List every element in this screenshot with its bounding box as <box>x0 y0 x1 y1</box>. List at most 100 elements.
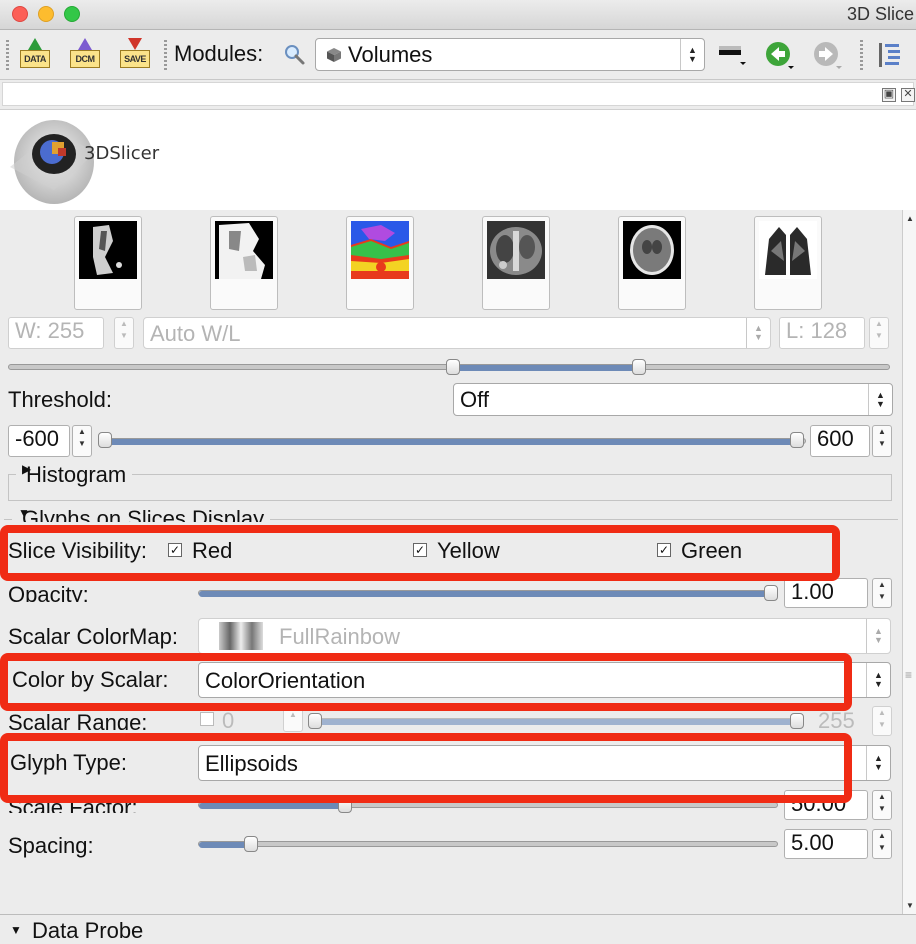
spacing-slider-track[interactable] <box>198 841 778 847</box>
window-level-min-handle[interactable] <box>446 359 460 375</box>
window-value-field[interactable]: W: 255 <box>8 317 104 349</box>
minimize-window-button[interactable] <box>38 6 54 22</box>
threshold-mode-combo[interactable]: Off ▲ ▼ <box>453 383 893 416</box>
scalar-range-max-value: 255 <box>818 708 855 730</box>
triangle-down-icon: ▼ <box>10 923 22 937</box>
threshold-min-field[interactable]: -600 <box>8 425 70 457</box>
float-panel-icon[interactable]: ▣ <box>882 88 896 102</box>
preset-thumbnail[interactable] <box>754 216 822 310</box>
color-by-scalar-highlight <box>0 653 852 711</box>
threshold-min-value: -600 <box>15 426 60 451</box>
scalar-range-max-handle[interactable] <box>790 713 804 729</box>
dicom-arrow-icon <box>78 38 92 50</box>
up-arrow-icon <box>28 38 42 50</box>
threshold-min-stepper[interactable]: ▲ ▼ <box>72 425 92 457</box>
opacity-stepper[interactable]: ▲ ▼ <box>872 578 892 608</box>
title-bar: 3D Slice <box>0 0 916 30</box>
histogram-label: Histogram <box>26 462 127 487</box>
threshold-mode-value: Off <box>460 387 489 412</box>
scalar-range-min-stepper[interactable]: ▲ <box>283 708 303 732</box>
data-icon-label: DATA <box>24 54 46 64</box>
chevron-updown-icon: ▲ ▼ <box>866 663 890 697</box>
close-window-button[interactable] <box>12 6 28 22</box>
cube-icon <box>327 48 341 62</box>
threshold-max-stepper[interactable]: ▲ ▼ <box>872 425 892 457</box>
toolbar-grip[interactable] <box>6 40 9 70</box>
close-panel-icon[interactable]: ✕ <box>901 88 915 102</box>
scalar-colormap-combo[interactable]: FullRainbow ▲ ▼ <box>198 618 891 654</box>
module-search-icon[interactable] <box>282 42 306 66</box>
logo-area: 3DSlicer <box>0 110 916 210</box>
colormap-swatch-icon <box>219 622 263 650</box>
threshold-max-handle[interactable] <box>790 432 804 448</box>
resize-grip-icon[interactable]: ≡ <box>905 668 912 682</box>
triangle-down-icon: ▼ <box>18 506 30 520</box>
spacing-label: Spacing: <box>8 833 94 858</box>
toolbar-grip[interactable] <box>860 40 863 70</box>
data-probe-section[interactable]: ▼ Data Probe <box>0 914 916 944</box>
main-toolbar: DATA DCM SAVE Modules: Volumes ▲ ▼ <box>0 30 916 80</box>
forward-arrow-icon[interactable] <box>812 40 842 70</box>
spacing-field[interactable]: 5.00 <box>784 829 868 859</box>
scale-factor-stepper[interactable]: ▲ ▼ <box>872 790 892 820</box>
ct-brain-preset-icon <box>623 221 681 279</box>
glyph-type-highlight <box>0 733 852 803</box>
glyphs-section-title: Glyphs on Slices Display <box>22 506 265 522</box>
window-level-max-handle[interactable] <box>632 359 646 375</box>
scalar-range-label: Scalar Range: <box>8 710 148 730</box>
preset-thumbnail[interactable] <box>74 216 142 310</box>
window-level-preset-value: Auto W/L <box>150 321 241 346</box>
opacity-field[interactable]: 1.00 <box>784 578 868 608</box>
spacing-slider-handle[interactable] <box>244 836 258 852</box>
triangle-right-icon: ▶ <box>22 462 32 476</box>
modules-label: Modules: <box>174 41 264 66</box>
layout-menu-icon[interactable] <box>718 44 746 66</box>
toolbar-grip[interactable] <box>164 40 167 70</box>
scroll-up-icon[interactable]: ▲ <box>905 214 915 223</box>
zoom-window-button[interactable] <box>64 6 80 22</box>
save-button[interactable]: SAVE <box>118 38 152 72</box>
opacity-slider-handle[interactable] <box>764 585 778 601</box>
scalar-range-checkbox[interactable] <box>200 712 214 726</box>
chevron-updown-icon: ▲ ▼ <box>868 384 892 415</box>
ct-lung-preset-icon <box>759 221 817 279</box>
module-selector[interactable]: Volumes ▲ ▼ <box>315 38 705 71</box>
level-stepper[interactable]: ▲ ▼ <box>869 317 889 349</box>
logo-text: 3DSlicer <box>84 143 160 164</box>
down-arrow-icon <box>128 38 142 50</box>
ct-soft-tissue-preset-icon <box>215 221 273 279</box>
glyphs-section-toggle[interactable]: ▼ Glyphs on Slices Display <box>12 506 271 522</box>
chevron-updown-icon: ▲ ▼ <box>746 318 770 348</box>
data-probe-label: Data Probe <box>32 918 144 943</box>
panel-scrollbar[interactable]: ▲ ▼ <box>902 210 916 914</box>
level-value-field[interactable]: L: 128 <box>779 317 865 349</box>
preset-thumbnail[interactable] <box>618 216 686 310</box>
chevron-updown-icon: ▲ ▼ <box>866 619 890 653</box>
threshold-min-handle[interactable] <box>98 432 112 448</box>
load-dicom-button[interactable]: DCM <box>68 38 102 72</box>
window-title: 3D Slice <box>846 4 914 24</box>
back-arrow-icon[interactable] <box>764 40 794 70</box>
scalar-range-max-stepper[interactable]: ▲ ▼ <box>872 706 892 736</box>
threshold-max-value: 600 <box>817 426 854 451</box>
load-data-button[interactable]: DATA <box>18 38 52 72</box>
preset-thumbnail[interactable] <box>482 216 550 310</box>
dock-strip <box>0 80 916 110</box>
preset-thumbnail[interactable] <box>346 216 414 310</box>
chevron-updown-icon: ▲ ▼ <box>680 39 704 70</box>
module-list-icon[interactable] <box>876 40 904 70</box>
threshold-label: Threshold: <box>8 387 112 412</box>
opacity-value: 1.00 <box>791 579 834 604</box>
spacing-value: 5.00 <box>791 830 834 855</box>
preset-thumbnail[interactable] <box>210 216 278 310</box>
window-stepper[interactable]: ▲ ▼ <box>114 317 134 349</box>
scalar-range-min-handle[interactable] <box>308 713 322 729</box>
spacing-stepper[interactable]: ▲ ▼ <box>872 829 892 859</box>
scroll-down-icon[interactable]: ▼ <box>905 901 915 910</box>
threshold-max-field[interactable]: 600 <box>810 425 870 457</box>
window-level-preset-combo[interactable]: Auto W/L ▲ ▼ <box>143 317 771 349</box>
ct-abdomen-preset-icon <box>487 221 545 279</box>
histogram-toggle[interactable]: ▶ Histogram <box>16 462 133 488</box>
opacity-label: Opacity: <box>8 582 89 602</box>
ct-bone-preset-icon <box>79 221 137 279</box>
